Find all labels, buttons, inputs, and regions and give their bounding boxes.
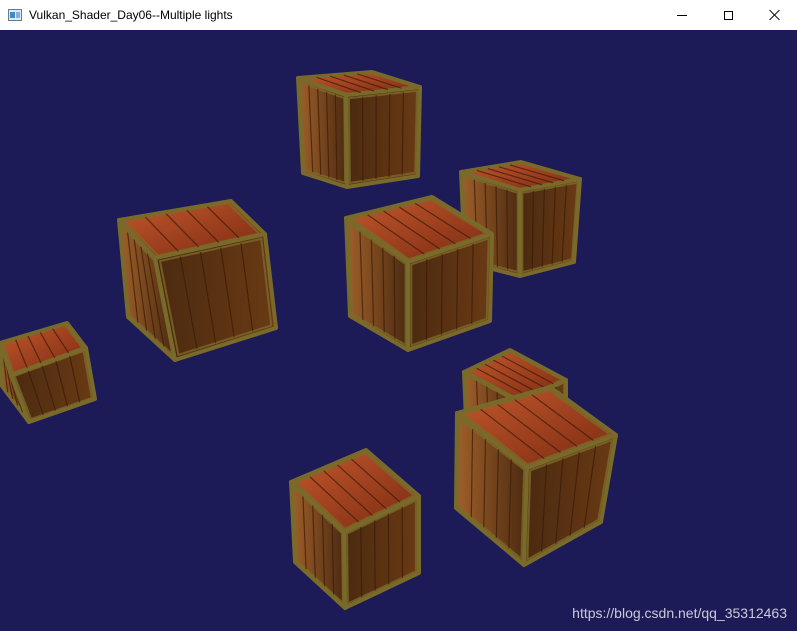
app-window: Vulkan_Shader_Day06--Multiple lights htt…	[0, 0, 797, 631]
crate-right-back-left-face-plank-line	[506, 189, 509, 270]
crate-bottom-center-right-face-plank-line	[374, 520, 376, 591]
minimize-icon	[677, 14, 687, 16]
crate-center-left-face-plank-line	[393, 255, 396, 339]
maximize-icon	[723, 10, 733, 20]
maximize-button[interactable]	[705, 0, 751, 30]
scene-canvas	[0, 30, 797, 631]
close-button[interactable]	[751, 0, 797, 30]
crate-center-right-face-plank-line	[440, 254, 443, 335]
app-icon	[8, 9, 22, 21]
crate-top-center	[296, 70, 422, 189]
watermark: https://blog.csdn.net/qq_35312463	[572, 605, 787, 621]
crate-top-center-right-face	[344, 85, 422, 189]
crate-bottom-center-right-face-plank-line	[360, 526, 363, 598]
window-title: Vulkan_Shader_Day06--Multiple lights	[29, 8, 233, 22]
window-controls	[659, 0, 797, 30]
minimize-button[interactable]	[659, 0, 705, 30]
title-bar[interactable]: Vulkan_Shader_Day06--Multiple lights	[0, 0, 797, 30]
close-icon	[768, 9, 780, 21]
render-viewport[interactable]: https://blog.csdn.net/qq_35312463	[0, 30, 797, 631]
crate-top-center-right-face-plank-line	[388, 93, 391, 177]
crate-center	[344, 195, 494, 352]
crate-right-back-right-face	[518, 177, 582, 278]
